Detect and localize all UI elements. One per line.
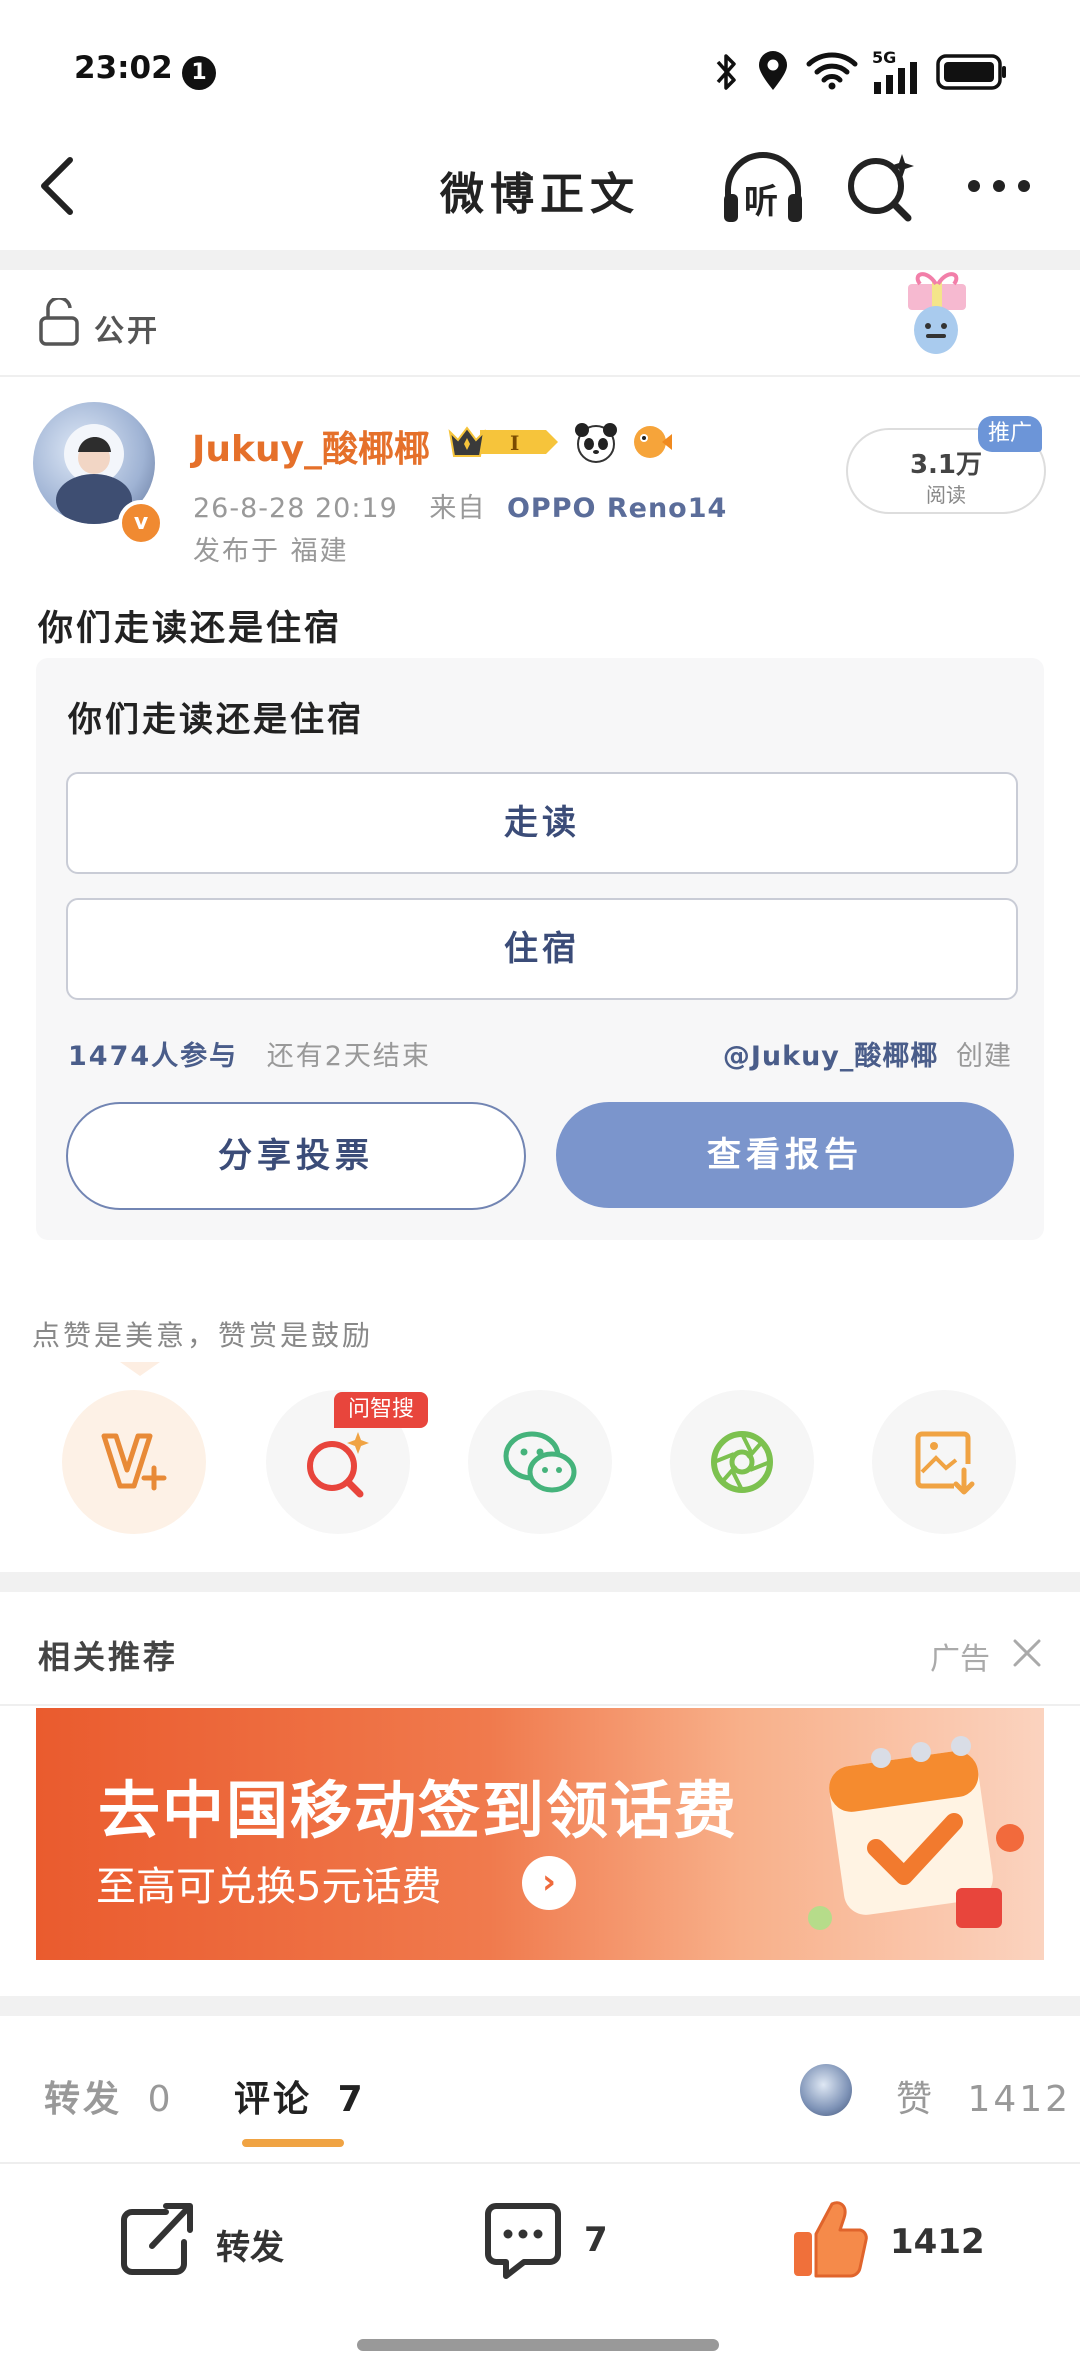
ai-search-tag: 问智搜 <box>334 1392 428 1428</box>
ai-search-icon <box>307 1432 369 1498</box>
panda-icon <box>575 423 617 463</box>
home-indicator <box>357 2339 719 2351</box>
recommend-title: 相关推荐 <box>38 1638 179 1676</box>
reads-label: 阅读 <box>926 483 966 507</box>
lock-open-icon <box>39 298 79 346</box>
bluetooth-icon <box>716 54 736 90</box>
from-label: 来自 <box>429 493 486 524</box>
visibility-label: 公开 <box>94 314 160 349</box>
status-bar: 23:02 1 5G <box>0 0 1080 140</box>
wechat-share-button[interactable] <box>468 1390 612 1534</box>
promote-badge[interactable]: 推广 <box>978 416 1042 452</box>
poll-participants: 1474人参与 <box>68 1041 239 1072</box>
post-location: 发布于 福建 <box>193 536 349 567</box>
repost-button[interactable]: 转发 <box>116 2200 326 2292</box>
pufferfish-icon <box>634 426 672 458</box>
save-image-button[interactable] <box>872 1390 1016 1534</box>
section-separator <box>0 1996 1080 2016</box>
tab-likes[interactable]: 赞 1412 <box>896 2070 1071 2122</box>
ad-headline: 去中国移动签到领话费 <box>98 1774 739 1847</box>
tab-repost-count: 0 <box>147 2079 174 2120</box>
active-tab-indicator <box>242 2139 344 2147</box>
ad-go-arrow-icon[interactable]: › <box>522 1856 576 1910</box>
poll-info: 1474人参与 还有2天结束 <box>68 1034 431 1073</box>
poll-creator: @Jukuy_酸椰椰 创建 <box>723 1034 1012 1073</box>
reward-tip: 点赞是美意，赞赏是鼓励 <box>32 1319 374 1352</box>
listen-label: 听 <box>744 182 778 222</box>
wechat-icon <box>503 1431 577 1493</box>
poll-creator-suffix: 创建 <box>956 1041 1012 1072</box>
liker-avatar[interactable] <box>800 2064 852 2116</box>
page-title: 微博正文 <box>440 169 640 220</box>
divider <box>0 375 1080 377</box>
cellular-signal-icon <box>874 62 917 94</box>
calendar-check-illustration-icon <box>808 1736 1024 1930</box>
moments-share-button[interactable] <box>670 1390 814 1534</box>
location-icon <box>759 51 787 90</box>
tab-comments-count: 7 <box>337 2079 366 2120</box>
close-icon[interactable] <box>1012 1638 1042 1668</box>
battery-icon <box>936 54 1006 90</box>
save-image-icon <box>915 1431 975 1495</box>
poll-title: 你们走读还是住宿 <box>68 700 364 740</box>
tab-repost-label: 转发 <box>44 2079 123 2120</box>
member-level: I <box>510 431 519 455</box>
tab-repost[interactable]: 转发 0 <box>44 2070 173 2122</box>
like-count: 1412 <box>890 2222 985 2262</box>
listen-button[interactable]: 听 <box>720 150 806 228</box>
verified-badge-icon: v <box>118 500 164 546</box>
moments-aperture-icon <box>711 1431 773 1493</box>
tab-likes-label: 赞 <box>896 2079 936 2120</box>
more-icon[interactable] <box>964 176 1034 196</box>
tab-comments[interactable]: 评论 7 <box>234 2070 366 2122</box>
tab-likes-count: 1412 <box>967 2079 1072 2120</box>
mascot-gift-icon <box>908 272 966 354</box>
view-report-button[interactable]: 查看报告 <box>556 1102 1014 1208</box>
tip-pointer-icon <box>120 1362 160 1376</box>
post-device[interactable]: OPPO Reno14 <box>507 493 727 524</box>
ad-banner[interactable]: 去中国移动签到领话费 至高可兑换5元话费 › <box>36 1708 1044 1960</box>
post-text: 你们走读还是住宿 <box>38 609 343 649</box>
comment-count: 7 <box>584 2220 608 2260</box>
reward-button[interactable] <box>62 1390 206 1534</box>
reward-v-plus-icon <box>101 1433 167 1491</box>
poll-option-2[interactable]: 住宿 <box>66 898 1018 1000</box>
status-time: 23:02 <box>74 50 173 86</box>
post-meta: 26-8-28 20:19 来自 OPPO Reno14 <box>193 486 727 525</box>
thumbs-up-icon <box>794 2201 868 2278</box>
share-out-icon <box>121 2203 193 2275</box>
ad-subline: 至高可兑换5元话费 <box>96 1864 442 1910</box>
comment-bubble-icon <box>485 2203 561 2279</box>
author-name[interactable]: Jukuy_酸椰椰 <box>192 420 430 472</box>
poll-option-1[interactable]: 走读 <box>66 772 1018 874</box>
tab-comments-label: 评论 <box>234 2079 313 2120</box>
poll-creator-link[interactable]: @Jukuy_酸椰椰 <box>723 1041 939 1072</box>
post-timestamp: 26-8-28 20:19 <box>193 493 398 524</box>
wifi-icon <box>806 52 858 90</box>
section-separator <box>0 250 1080 270</box>
ad-label: 广告 <box>930 1642 990 1677</box>
comment-button[interactable]: 7 <box>484 2200 634 2292</box>
like-button[interactable]: 1412 <box>790 2196 990 2292</box>
search-icon[interactable] <box>846 150 916 222</box>
divider <box>0 1704 1080 1706</box>
membership-crown-badge-icon[interactable]: I <box>446 420 564 464</box>
notification-badge: 1 <box>182 56 216 90</box>
poll-deadline: 还有2天结束 <box>266 1041 431 1072</box>
repost-label: 转发 <box>216 2228 284 2268</box>
section-separator <box>0 1572 1080 1592</box>
share-poll-button[interactable]: 分享投票 <box>66 1102 526 1210</box>
